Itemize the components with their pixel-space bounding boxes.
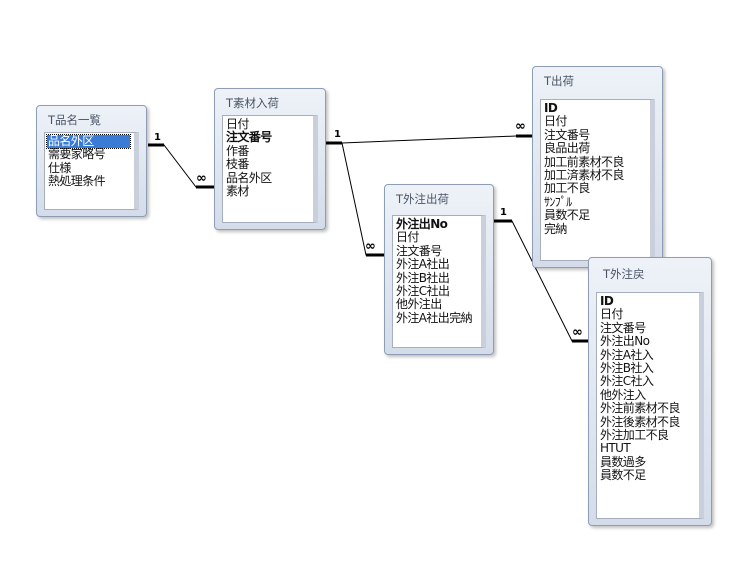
field-item[interactable]: 外注出No <box>600 334 699 348</box>
rel-many-label-gaichu-shukka: ∞ <box>365 239 376 254</box>
table-window-gaichu-modori[interactable]: T外注戻 ID 日付 注文番号 外注出No 外注A社入 外注B社入 外注C社入 … <box>588 257 712 526</box>
field-item[interactable]: 外注A社出 <box>396 257 481 271</box>
rel-one-label-gaichu-shukka: 1 <box>500 207 507 218</box>
field-item[interactable]: 良品出荷 <box>544 141 650 155</box>
field-list[interactable]: 外注出No 日付 注文番号 外注A社出 外注B社出 外注C社出 他外注出 外注A… <box>392 215 486 348</box>
field-item[interactable]: 外注C社入 <box>600 374 699 388</box>
table-window-sozai[interactable]: T素材入荷 日付 注文番号 作番 枝番 品名外区 素材 <box>214 88 326 230</box>
field-list[interactable]: 品名外区 需要家略号 仕様 熱処理条件 <box>44 132 139 210</box>
table-title[interactable]: T外注出荷 <box>385 185 493 211</box>
table-window-hinmei[interactable]: T品名一覧 品名外区 需要家略号 仕様 熱処理条件 <box>36 105 147 217</box>
field-item[interactable]: HTUT <box>600 441 699 455</box>
field-item[interactable]: 外注加工不良 <box>600 428 699 442</box>
field-item[interactable]: 注文番号 <box>226 130 313 144</box>
field-list[interactable]: ID 日付 注文番号 外注出No 外注A社入 外注B社入 外注C社入 他外注入 … <box>596 292 704 519</box>
relationship-line-sozai-gaichu-shukka[interactable] <box>341 142 384 257</box>
field-item[interactable]: 品名外区 <box>226 171 313 185</box>
table-window-shukka[interactable]: T出荷 ID 日付 注文番号 良品出荷 加工前素材不良 加工済素材不良 加工不良… <box>532 66 663 268</box>
table-title[interactable]: T素材入荷 <box>215 89 325 115</box>
field-item[interactable]: 需要家略号 <box>48 147 134 161</box>
field-item[interactable]: 日付 <box>396 230 481 244</box>
field-item[interactable]: 仕様 <box>48 161 134 175</box>
field-list[interactable]: ID 日付 注文番号 良品出荷 加工前素材不良 加工済素材不良 加工不良 ｻﾝﾌ… <box>540 99 655 261</box>
field-item[interactable]: 熱処理条件 <box>48 174 134 188</box>
field-item[interactable]: 外注A社出完納 <box>396 311 481 325</box>
field-item[interactable]: 日付 <box>544 114 650 128</box>
table-title[interactable]: T出荷 <box>533 67 662 93</box>
table-title[interactable]: T外注戻 <box>589 258 711 290</box>
field-item[interactable]: 日付 <box>600 307 699 321</box>
field-item[interactable]: 外注出No <box>396 217 481 231</box>
field-item[interactable]: 外注B社出 <box>396 271 481 285</box>
relationship-line-sozai-shukka[interactable] <box>326 134 532 145</box>
field-item[interactable]: 加工前素材不良 <box>544 155 650 169</box>
field-item[interactable]: 素材 <box>226 184 313 198</box>
field-item[interactable]: 加工不良 <box>544 181 650 195</box>
field-item[interactable]: 外注A社入 <box>600 348 699 362</box>
table-title[interactable]: T品名一覧 <box>37 106 146 132</box>
field-item[interactable]: ID <box>600 294 699 308</box>
field-item[interactable]: 員数不足 <box>544 208 650 222</box>
rel-one-label-sozai-shukka: 1 <box>334 129 341 140</box>
field-item[interactable]: 外注前素材不良 <box>600 401 699 415</box>
rel-many-label-gaichu-modori: ∞ <box>572 325 583 340</box>
field-item[interactable]: 外注後素材不良 <box>600 415 699 429</box>
field-item[interactable]: 員数不足 <box>600 468 699 482</box>
field-item[interactable]: 完納 <box>544 222 650 236</box>
table-window-gaichu-shukka[interactable]: T外注出荷 外注出No 日付 注文番号 外注A社出 外注B社出 外注C社出 他外… <box>384 184 494 355</box>
field-list[interactable]: 日付 注文番号 作番 枝番 品名外区 素材 <box>222 115 318 223</box>
rel-one-label-hinmei: 1 <box>154 132 161 143</box>
rel-many-label-sozai: ∞ <box>196 171 207 186</box>
field-item[interactable]: ID <box>544 101 650 115</box>
field-item[interactable]: 枝番 <box>226 157 313 171</box>
rel-many-label-shukka: ∞ <box>515 119 526 134</box>
field-item[interactable]: 他外注出 <box>396 297 481 311</box>
